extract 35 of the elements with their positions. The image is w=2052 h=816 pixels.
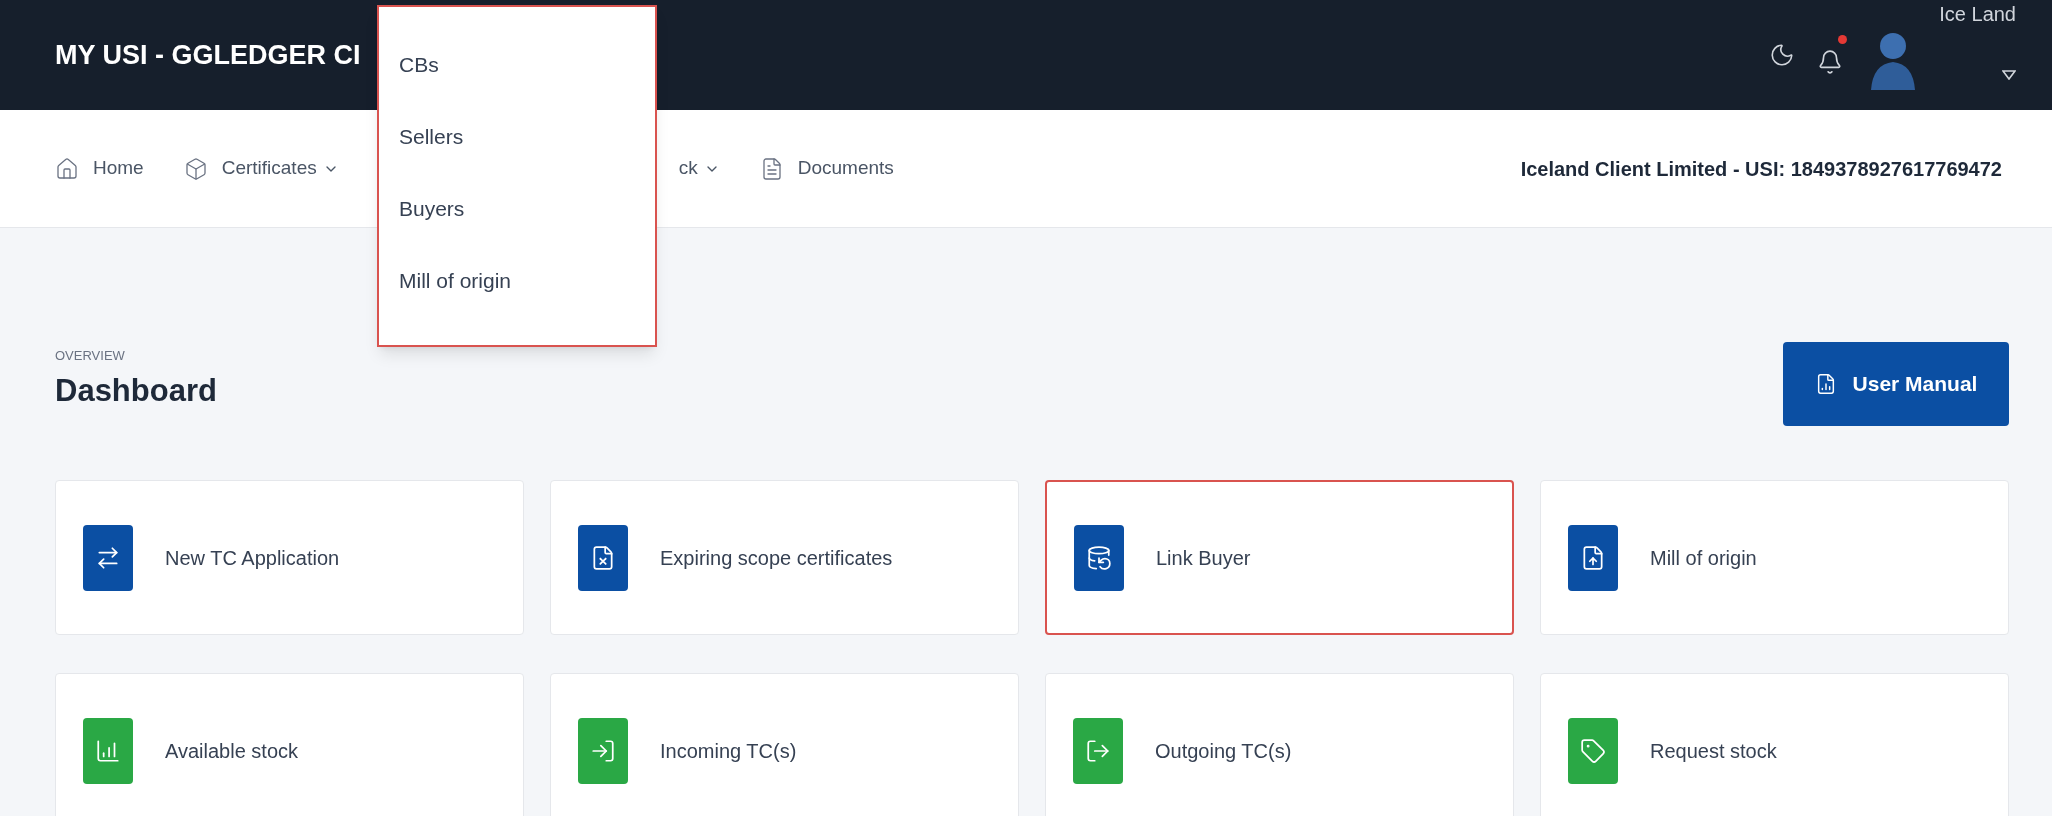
card-label: Request stock xyxy=(1650,738,1777,764)
user-name: Ice Land xyxy=(1939,4,2016,24)
card-label: Mill of origin xyxy=(1650,545,1757,571)
nav-item[interactable]: ck xyxy=(678,154,720,183)
nav-item[interactable]: Home xyxy=(55,154,144,183)
avatar-icon[interactable] xyxy=(1869,30,1918,90)
dashboard-card[interactable]: Link Buyer xyxy=(1045,480,1514,635)
dark-mode-icon[interactable] xyxy=(1769,42,1796,68)
dashboard-card[interactable]: Mill of origin xyxy=(1540,480,2009,635)
dashboard-card[interactable]: Expiring scope certificates xyxy=(550,480,1019,635)
card-label: Expiring scope certificates xyxy=(660,545,893,571)
dashboard-card[interactable]: Available stock xyxy=(55,673,524,816)
nav-item[interactable]: Documents xyxy=(759,154,894,183)
card-label: Outgoing TC(s) xyxy=(1155,738,1292,764)
menu-item[interactable]: Buyers xyxy=(379,173,655,245)
dashboard-card[interactable]: New TC Application xyxy=(55,480,524,635)
page-title: Dashboard xyxy=(55,375,217,406)
app-title: MY USI - GGLEDGER CI xyxy=(55,38,361,72)
overview-label: OVERVIEW xyxy=(55,346,126,365)
card-label: Link Buyer xyxy=(1156,545,1251,571)
cube-icon xyxy=(183,156,208,181)
card-label: Incoming TC(s) xyxy=(660,738,797,764)
menu-item[interactable]: Sellers xyxy=(379,101,655,173)
card-label: Available stock xyxy=(165,738,299,764)
menu-item[interactable]: CBs xyxy=(379,29,655,101)
dashboard-card[interactable]: Outgoing TC(s) xyxy=(1045,673,1514,816)
card-label: New TC Application xyxy=(165,545,340,571)
dashboard-card[interactable]: Request stock xyxy=(1540,673,2009,816)
home-icon xyxy=(55,156,79,181)
menu-item[interactable]: Mill of origin xyxy=(379,245,655,317)
user-manual-button[interactable]: User Manual xyxy=(1783,342,2009,426)
dashboard-card[interactable]: Incoming TC(s) xyxy=(550,673,1019,816)
client-info: Iceland Client Limited - USI: 1849378927617769472 xyxy=(1520,156,2002,182)
caret-icon[interactable] xyxy=(2002,70,2016,80)
nav-item[interactable]: Certificates xyxy=(183,154,339,183)
